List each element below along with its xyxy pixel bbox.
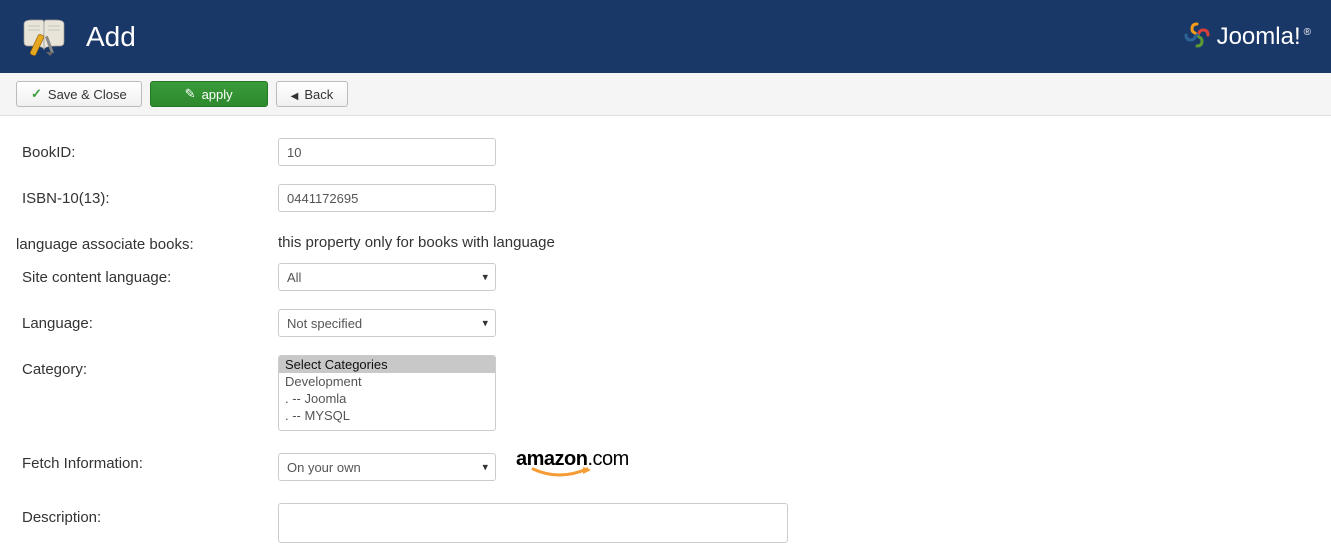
label-language: Language:: [16, 309, 278, 332]
header: Add Joomla! ®: [0, 0, 1331, 73]
row-isbn: ISBN-10(13):: [16, 184, 1315, 212]
joomla-logo: Joomla! ®: [1182, 20, 1311, 53]
joomla-symbol-icon: [1182, 20, 1212, 53]
back-button[interactable]: Back: [276, 81, 349, 107]
isbn-input[interactable]: [278, 184, 496, 212]
label-description: Description:: [16, 503, 278, 526]
category-select[interactable]: Select Categories Development . -- Jooml…: [278, 355, 496, 431]
fetch-select[interactable]: On your own: [278, 453, 496, 481]
joomla-brand-text: Joomla!: [1217, 23, 1301, 51]
amazon-smile-icon: [527, 467, 617, 479]
row-fetch: Fetch Information: On your own amazon.co…: [16, 449, 1315, 485]
apply-label: apply: [202, 87, 233, 102]
label-isbn: ISBN-10(13):: [16, 184, 278, 207]
form-area: BookID: ISBN-10(13): language associate …: [0, 116, 1331, 553]
page-title: Add: [86, 21, 136, 53]
description-input[interactable]: [278, 503, 788, 543]
row-category: Category: Select Categories Development …: [16, 355, 1315, 431]
label-associate: language associate books:: [16, 230, 278, 253]
category-option[interactable]: . -- Joomla: [279, 390, 495, 407]
back-label: Back: [304, 87, 333, 102]
header-left: Add: [20, 16, 136, 58]
apply-button[interactable]: apply: [150, 81, 268, 107]
associate-hint: this property only for books with langua…: [278, 230, 555, 251]
sitelang-select[interactable]: All: [278, 263, 496, 291]
check-icon: [31, 86, 42, 102]
row-associate: language associate books: this property …: [16, 230, 1315, 253]
row-bookid: BookID:: [16, 138, 1315, 166]
save-close-label: Save & Close: [48, 87, 127, 102]
label-bookid: BookID:: [16, 138, 278, 161]
toolbar: Save & Close apply Back: [0, 73, 1331, 116]
category-option[interactable]: Development: [279, 373, 495, 390]
label-fetch: Fetch Information:: [16, 449, 278, 472]
amazon-text: amazon.com: [516, 449, 629, 469]
row-description: Description:: [16, 503, 1315, 543]
category-option[interactable]: Select Categories: [279, 356, 495, 373]
row-sitelang: Site content language: All: [16, 263, 1315, 291]
category-option[interactable]: . -- MYSQL: [279, 407, 495, 424]
save-close-button[interactable]: Save & Close: [16, 81, 142, 107]
label-sitelang: Site content language:: [16, 263, 278, 286]
back-icon: [291, 87, 299, 102]
label-category: Category:: [16, 355, 278, 378]
trademark-icon: ®: [1304, 27, 1311, 38]
amazon-logo: amazon.com: [516, 449, 629, 485]
bookid-input[interactable]: [278, 138, 496, 166]
apply-icon: [185, 86, 196, 102]
language-select[interactable]: Not specified: [278, 309, 496, 337]
row-language: Language: Not specified: [16, 309, 1315, 337]
book-tools-icon: [20, 16, 68, 58]
